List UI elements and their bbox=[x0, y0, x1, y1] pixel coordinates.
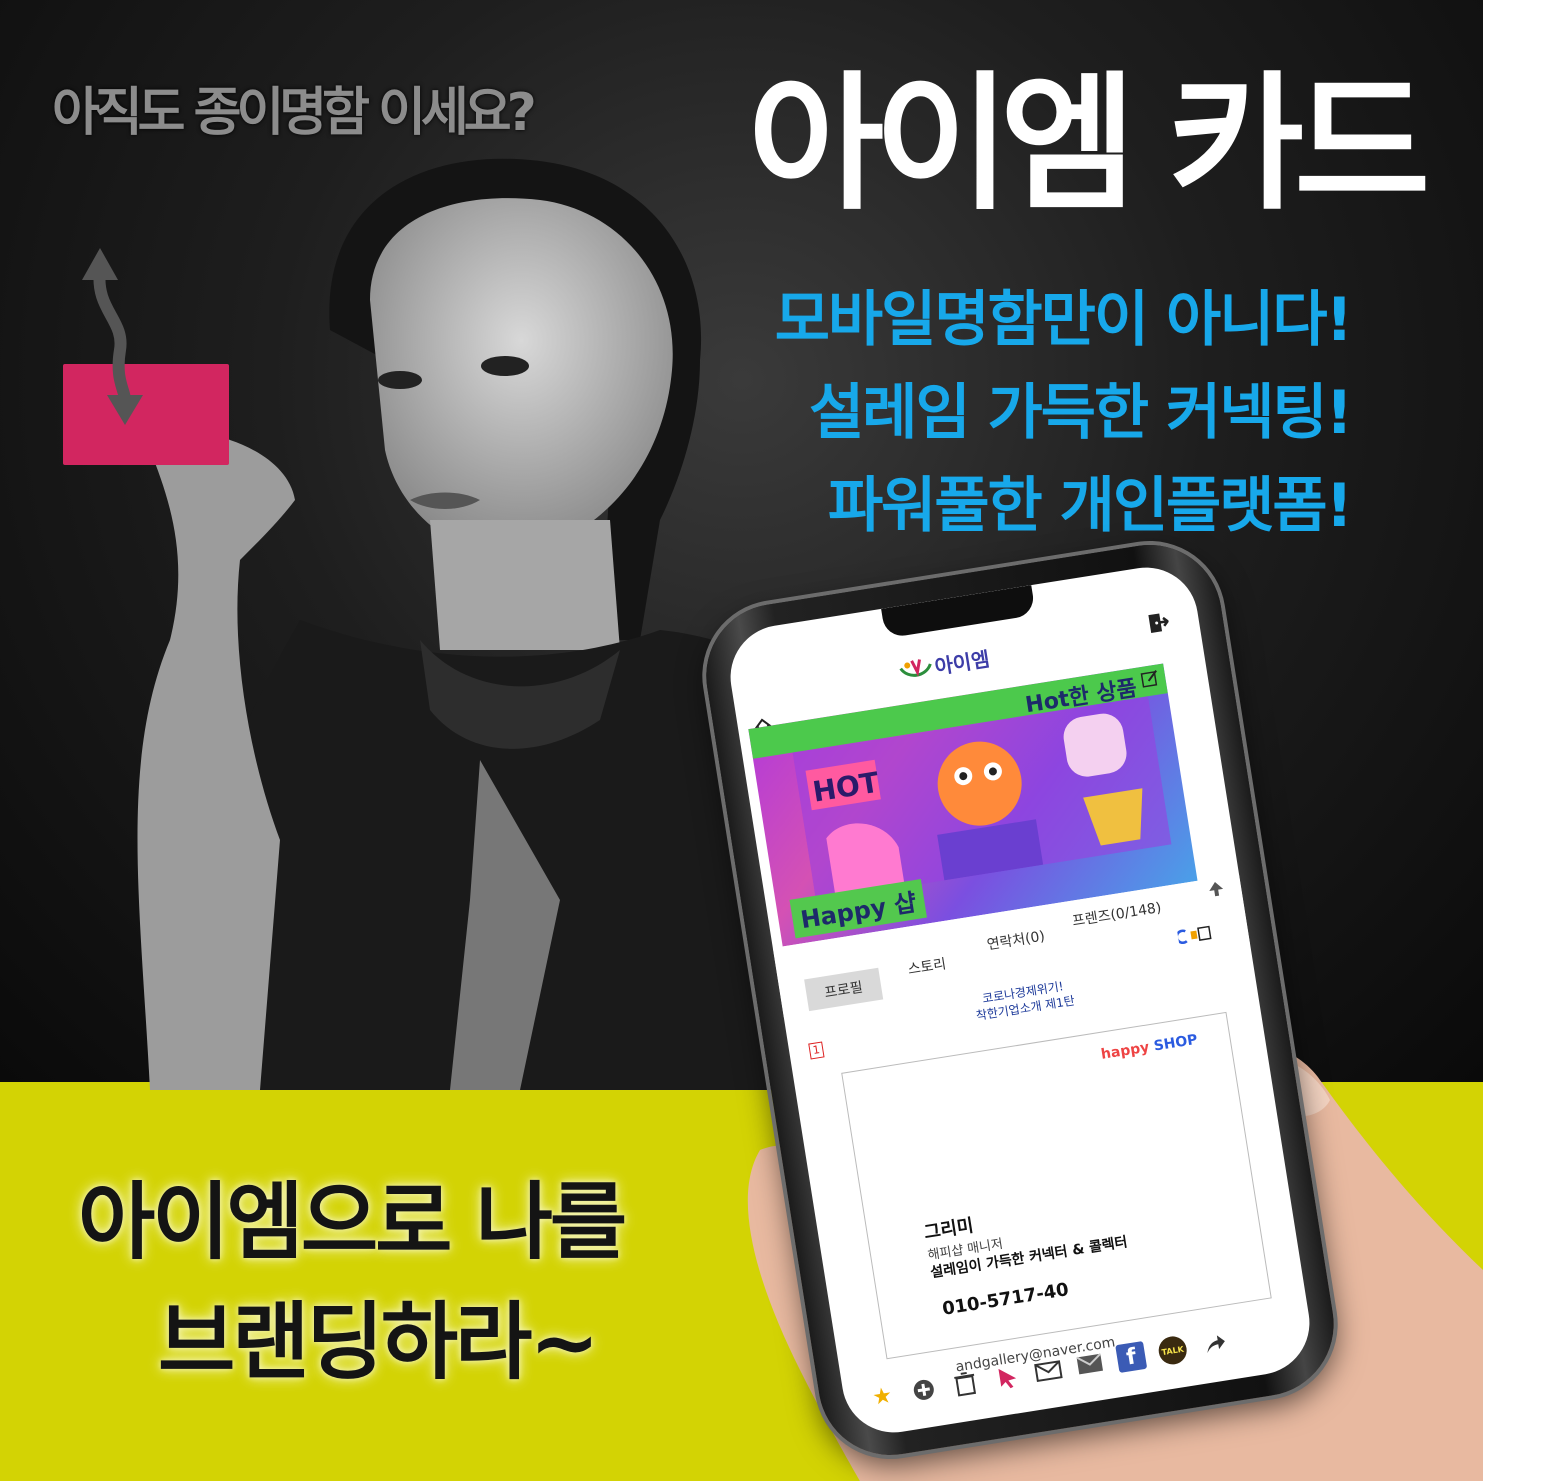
tab-friends[interactable]: 프렌즈(0/148) bbox=[1071, 897, 1163, 931]
kakao-label: TALK bbox=[1160, 1344, 1185, 1357]
tab-profile[interactable]: 프로필 bbox=[804, 967, 883, 1012]
share-arrow-icon[interactable] bbox=[1198, 1328, 1230, 1360]
profile-card: 코로나경제위기! 착한기업소개 제1탄 1 happy SHOP 그리미 해피샵… bbox=[804, 954, 1272, 1375]
share-edit-icon[interactable] bbox=[1176, 923, 1213, 946]
poster: 아직도 종이명함 이세요? 아이엠 카드 모바일명함만이 아니다! 설레임 가득… bbox=[0, 0, 1483, 1481]
trash-icon[interactable] bbox=[949, 1367, 981, 1399]
shop-logo-bottom: SHOP bbox=[1152, 1031, 1199, 1055]
tab-contacts[interactable]: 연락처(0) bbox=[985, 925, 1046, 954]
mail-icon[interactable] bbox=[1074, 1348, 1106, 1380]
facebook-letter: f bbox=[1124, 1343, 1138, 1371]
swap-arrow-icon bbox=[82, 248, 143, 425]
logout-icon[interactable] bbox=[1145, 610, 1170, 635]
business-card-frame[interactable]: happy SHOP 그리미 해피샵 매니저 설레임이 가득한 커넥터 & 콜렉… bbox=[841, 1011, 1272, 1375]
shop-logo-top: happy bbox=[1099, 1039, 1151, 1063]
logo-mark-icon bbox=[899, 659, 932, 677]
tagline-2: 설레임 가득한 커넥팅! bbox=[809, 378, 1353, 448]
slogan-line-1: 아이엠으로 나를 bbox=[78, 1173, 627, 1271]
tagline-3: 파워풀한 개인플랫폼! bbox=[827, 471, 1353, 541]
facebook-icon[interactable]: f bbox=[1115, 1340, 1148, 1374]
slogan-line-2: 브랜딩하라~ bbox=[158, 1293, 600, 1391]
tab-story[interactable]: 스토리 bbox=[906, 953, 948, 979]
scroll-up-icon[interactable] bbox=[1206, 879, 1227, 900]
star-icon[interactable]: ★ bbox=[866, 1380, 898, 1412]
message-icon[interactable] bbox=[1032, 1354, 1064, 1386]
brand-title: 아이엠 카드 bbox=[748, 58, 1430, 230]
edit-icon[interactable] bbox=[1140, 668, 1161, 689]
cursor-icon[interactable] bbox=[991, 1361, 1023, 1393]
app-logo[interactable]: 아이엠 bbox=[932, 643, 991, 680]
subtitle: 아직도 종이명함 이세요? bbox=[52, 83, 537, 143]
shop-logo: happy SHOP bbox=[1100, 1032, 1199, 1063]
add-icon[interactable] bbox=[908, 1374, 940, 1406]
page-number[interactable]: 1 bbox=[808, 1041, 825, 1060]
tagline-1: 모바일명함만이 아니다! bbox=[774, 285, 1353, 355]
card-phone[interactable]: 010-5717-40 bbox=[941, 1279, 1070, 1320]
kakaotalk-icon[interactable]: TALK bbox=[1156, 1334, 1189, 1367]
